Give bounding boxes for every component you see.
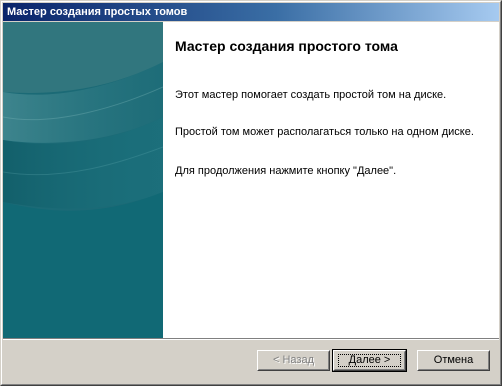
wizard-side-banner — [3, 22, 163, 338]
next-button[interactable]: Далее > — [332, 349, 407, 372]
back-button[interactable]: < Назад — [257, 350, 330, 371]
cancel-button[interactable]: Отмена — [417, 350, 490, 371]
wizard-client-area: Мастер создания простого тома Этот масте… — [3, 22, 499, 338]
description-text: Этот мастер помогает создать простой том… — [175, 89, 447, 101]
volume-info-text: Простой том может располагаться только н… — [175, 126, 474, 138]
wizard-content: Мастер создания простого тома Этот масте… — [163, 22, 499, 338]
button-separator — [3, 338, 499, 340]
back-button-label: < Назад — [273, 354, 314, 366]
title-bar[interactable]: Мастер создания простых томов — [3, 3, 499, 21]
cancel-button-label: Отмена — [433, 354, 474, 366]
wizard-window: Мастер создания простых томов Мастер соз… — [0, 0, 502, 386]
page-heading: Мастер создания простого тома — [175, 38, 398, 54]
continue-instruction-text: Для продолжения нажмите кнопку "Далее". — [175, 165, 397, 177]
banner-wave-graphic — [3, 22, 163, 338]
window-title: Мастер создания простых томов — [7, 6, 188, 18]
next-button-label: Далее > — [348, 354, 391, 366]
